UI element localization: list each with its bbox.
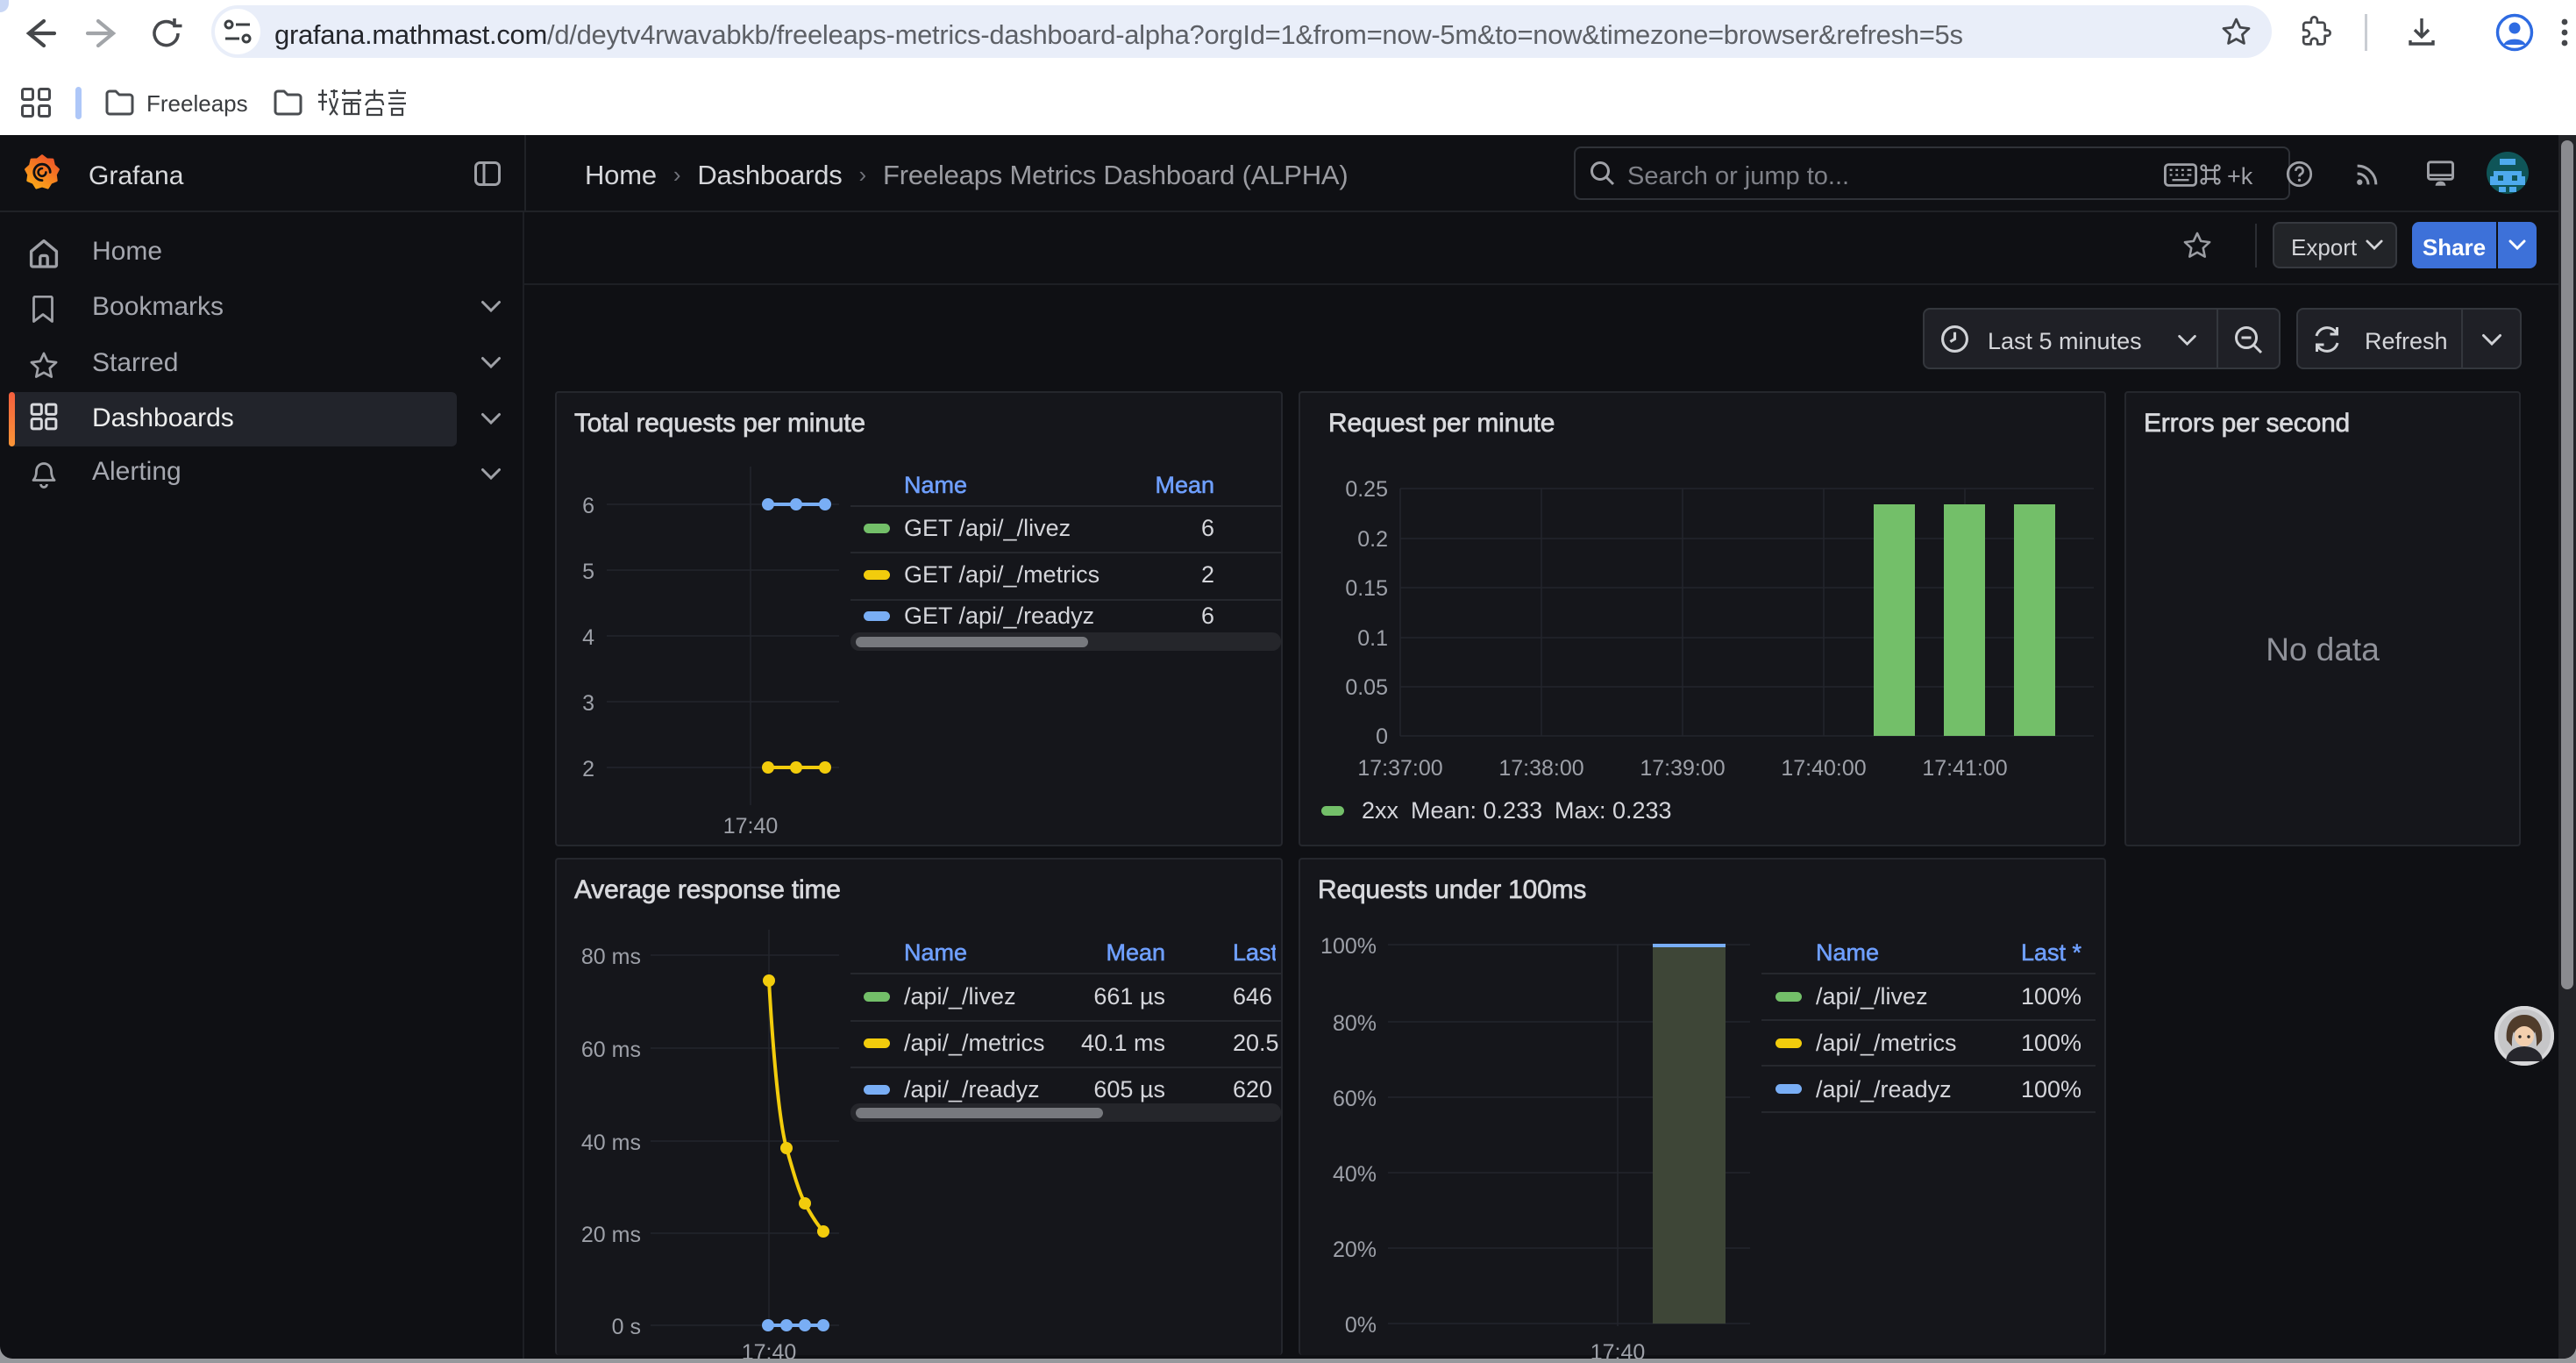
svg-text:0.25: 0.25: [1345, 477, 1388, 502]
svg-text:60%: 60%: [1333, 1087, 1377, 1111]
svg-text:40%: 40%: [1333, 1162, 1377, 1187]
svg-text:6: 6: [582, 494, 594, 518]
svg-text:17:39:00: 17:39:00: [1640, 756, 1725, 781]
svg-text:2: 2: [582, 757, 594, 781]
svg-text:17:37:00: 17:37:00: [1357, 756, 1442, 781]
svg-text:17:40: 17:40: [723, 814, 779, 838]
svg-text:5: 5: [582, 560, 594, 584]
svg-text:17:41:00: 17:41:00: [1922, 756, 2007, 781]
svg-text:100%: 100%: [1320, 934, 1377, 959]
svg-text:40 ms: 40 ms: [581, 1131, 641, 1155]
svg-text:0.15: 0.15: [1345, 576, 1388, 601]
svg-text:17:40: 17:40: [742, 1340, 797, 1359]
svg-text:4: 4: [582, 625, 594, 650]
svg-text:0: 0: [1376, 724, 1388, 749]
svg-text:60 ms: 60 ms: [581, 1038, 641, 1062]
svg-text:20 ms: 20 ms: [581, 1223, 641, 1247]
svg-text:17:40:00: 17:40:00: [1781, 756, 1866, 781]
svg-text:17:38:00: 17:38:00: [1498, 756, 1583, 781]
svg-text:0 s: 0 s: [612, 1315, 641, 1339]
svg-text:0.1: 0.1: [1357, 626, 1388, 651]
svg-text:0.05: 0.05: [1345, 675, 1388, 700]
svg-text:0.2: 0.2: [1357, 527, 1388, 552]
svg-text:0%: 0%: [1345, 1313, 1377, 1338]
svg-text:3: 3: [582, 691, 594, 716]
svg-text:20%: 20%: [1333, 1238, 1377, 1262]
svg-text:80 ms: 80 ms: [581, 945, 641, 969]
svg-text:80%: 80%: [1333, 1011, 1377, 1036]
svg-text:17:40: 17:40: [1590, 1340, 1646, 1359]
